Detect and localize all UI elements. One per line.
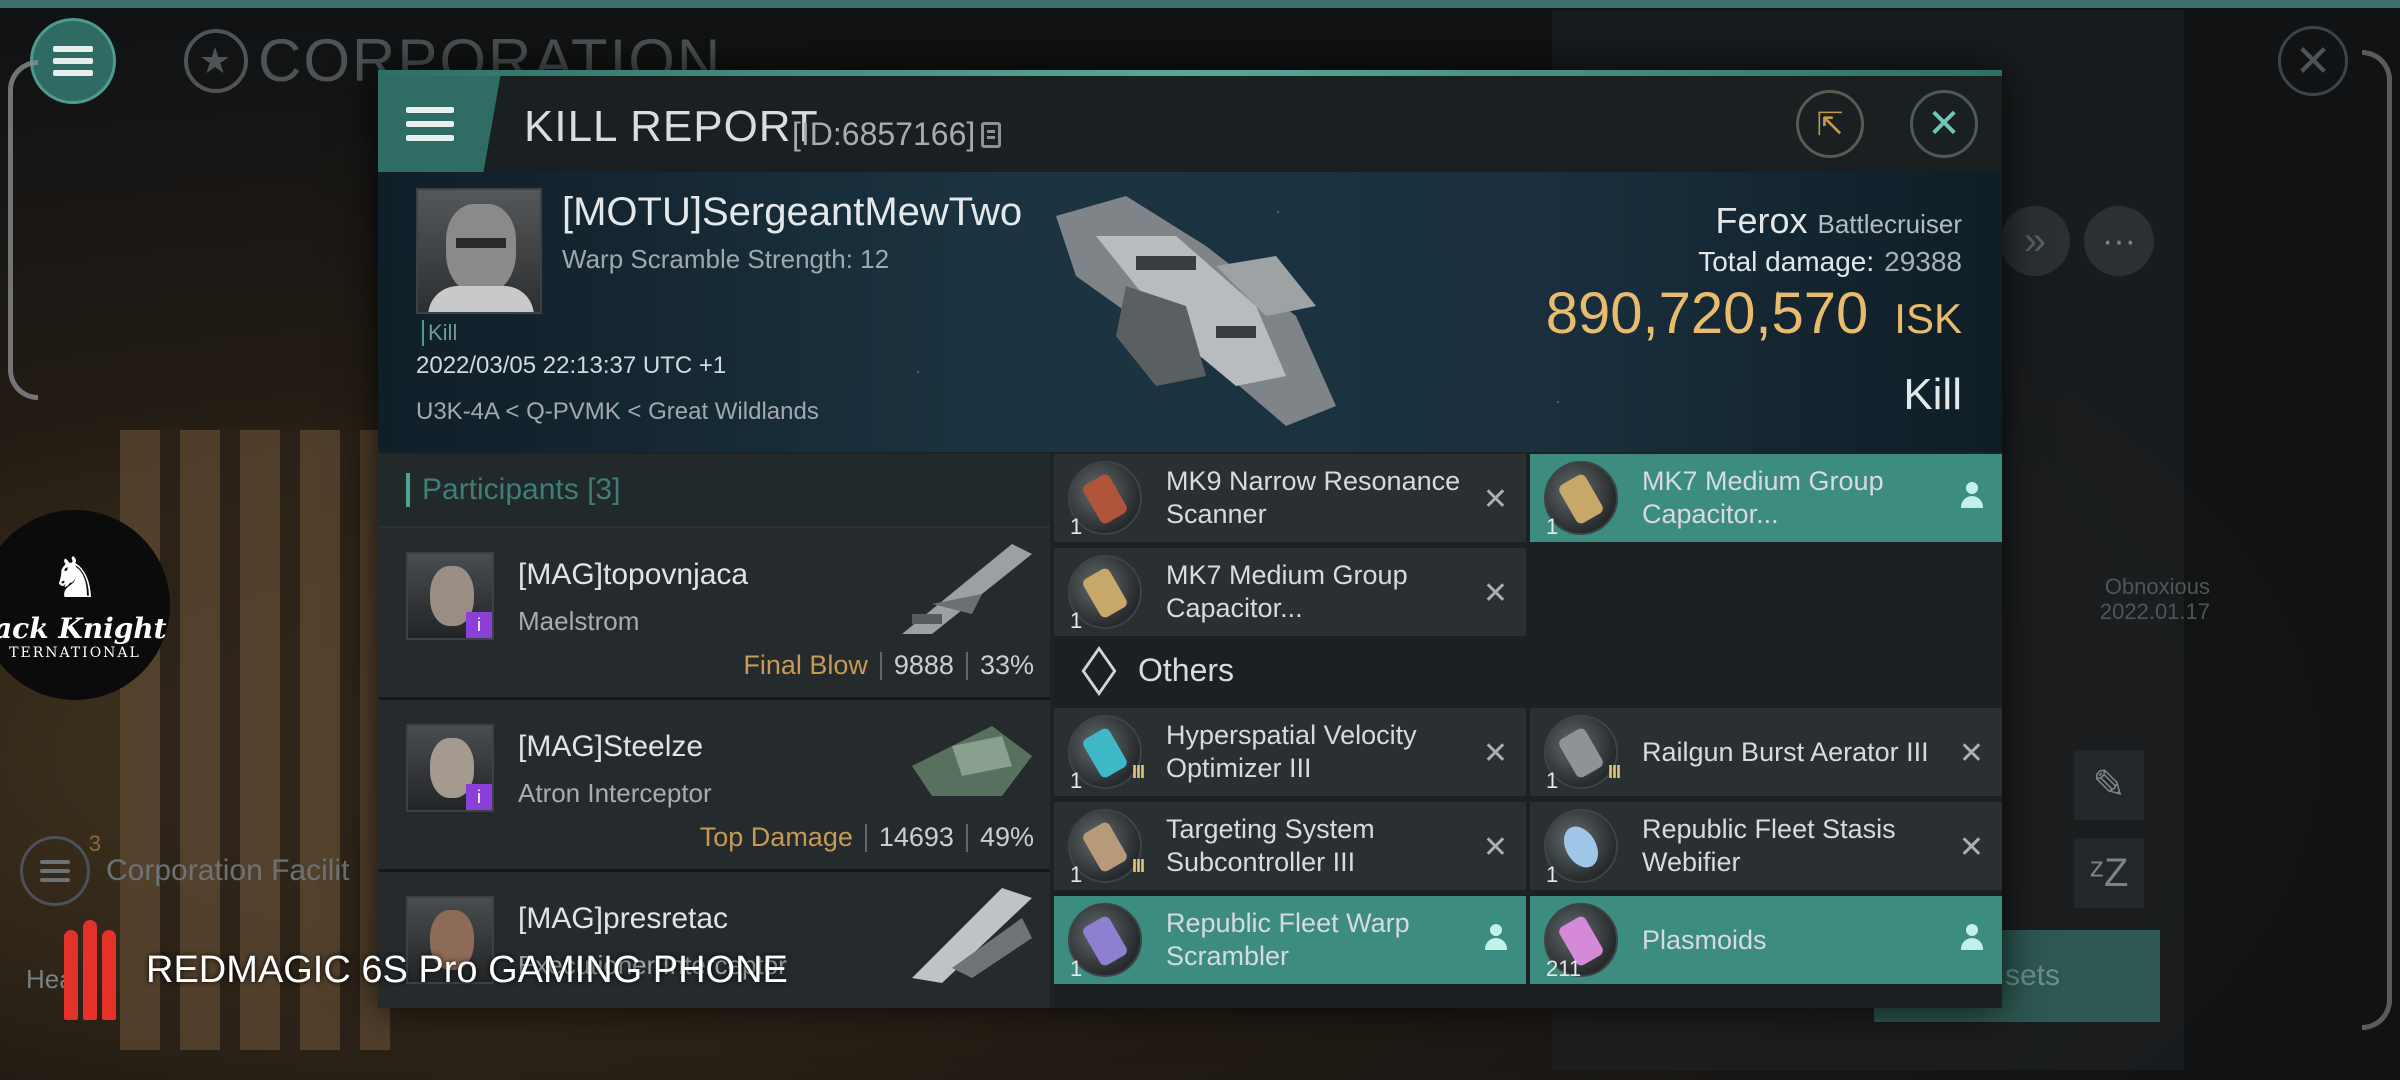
item-slot[interactable]: 1 Republic Fleet Warp Scrambler [1054,896,1526,984]
warp-scramble-strength: Warp Scramble Strength: 12 [562,244,890,274]
item-slot[interactable]: 1 MK7 Medium Group Capacitor... [1530,454,2002,542]
participant-avatar: i [406,552,494,640]
participant-ship-icon [912,726,1032,796]
item-slot[interactable]: III 1 Targeting System Subcontroller III… [1054,802,1526,890]
victim-portrait[interactable] [416,188,542,314]
redmagic-logo-icon [64,920,130,1020]
kill-report-panel: KILL REPORT [ID:6857166] ⇱ ✕ [MOTU]Serge… [378,70,2002,1008]
destroyed-icon: ✕ [1482,831,1508,864]
close-button[interactable]: ✕ [1910,90,1978,158]
copy-icon[interactable] [981,121,1002,148]
participant-row[interactable]: i [MAG]Steelze Atron Interceptor Top Dam… [378,700,1050,872]
hamburger-icon [53,46,93,76]
background-close-button[interactable]: ✕ [2278,26,2348,96]
sleep-icon[interactable]: ᶻZ [2074,838,2144,908]
victim-name[interactable]: [MOTU]SergeantMewTwo [562,190,1022,235]
items-grid: 1 MK9 Narrow Resonance Scanner ✕ 1 MK7 M… [1054,454,2002,1008]
share-icon: ⇱ [1816,106,1844,142]
star-icon: ★ [184,28,248,93]
item-slot[interactable]: III 1 Hyperspatial Velocity Optimizer II… [1054,708,1526,796]
close-icon: ✕ [1927,102,1961,146]
total-damage: Total damage: 29388 [1698,246,1962,277]
item-slot[interactable]: 1 MK9 Narrow Resonance Scanner ✕ [1054,454,1526,542]
victim-ship-render [1056,196,1336,426]
dropped-person-icon [1960,482,1984,512]
role-badge-icon: i [466,784,492,810]
role-badge-icon: i [466,612,492,638]
edit-icon[interactable]: ✎ [2074,750,2144,820]
dropped-person-icon [1960,924,1984,954]
right-frame-bracket [2362,50,2392,1030]
kill-datetime: 2022/03/05 22:13:37 UTC +1 [416,352,727,379]
destroyed-icon: ✕ [1482,483,1508,516]
item-slot[interactable]: 211 Plasmoids [1530,896,2002,984]
more-options-button[interactable]: ··· [2084,206,2154,276]
participants-header: Participants [3] [378,454,1050,528]
participant-stats: Top Damage 14693 49% [699,822,1034,852]
facility-icon: 3 [20,831,101,906]
device-watermark: REDMAGIC 6S Pro GAMING PHONE [64,920,788,1020]
isk-value: 890,720,570 ISK [1545,281,1962,346]
panel-header: KILL REPORT [ID:6857166] ⇱ ✕ [378,76,2002,172]
participant-name: [MAG]Steelze [518,730,704,763]
victim-ship: Ferox Battlecruiser [1715,200,1962,241]
destroyed-icon: ✕ [1958,831,1984,864]
forward-arrow-button[interactable]: » [2000,206,2070,276]
kill-location: U3K-4A < Q-PVMK < Great Wildlands [416,398,819,425]
panel-menu-button[interactable] [378,76,518,172]
left-frame-bracket [8,60,38,400]
hamburger-icon [406,107,454,141]
participant-ship: Atron Interceptor [518,778,712,808]
kill-tag: Kill [422,320,457,346]
item-slot[interactable]: 1 MK7 Medium Group Capacitor... ✕ [1054,548,1526,636]
top-accent-line [0,0,2400,8]
item-slot[interactable]: 1 Republic Fleet Stasis Webifier ✕ [1530,802,2002,890]
dropped-person-icon [1484,924,1508,954]
others-section-header: Others [1054,640,2002,700]
knight-helmet-icon: ♞ [49,545,101,609]
main-menu-button[interactable] [30,18,116,104]
corporation-facility-item[interactable]: 3 Corporation Facilit [20,831,349,906]
cube-icon [1078,652,1114,688]
kill-id[interactable]: [ID:6857166] [792,116,1002,153]
destroyed-icon: ✕ [1482,577,1508,610]
participant-ship: Maelstrom [518,606,640,636]
participant-ship-icon [902,544,1032,634]
background-entry: Obnoxious 2022.01.17 [2099,574,2210,625]
participant-ship-icon [912,888,1032,983]
destroyed-icon: ✕ [1482,737,1508,770]
share-button[interactable]: ⇱ [1796,90,1864,158]
kill-result: Kill [1903,370,1962,419]
participant-name: [MAG]topovnjaca [518,558,749,591]
item-slot[interactable]: III 1 Railgun Burst Aerator III ✕ [1530,708,2002,796]
participant-stats: Final Blow 9888 33% [743,650,1034,680]
participant-avatar: i [406,724,494,812]
participant-row[interactable]: i [MAG]topovnjaca Maelstrom Final Blow 9… [378,528,1050,700]
victim-banner: [MOTU]SergeantMewTwo Warp Scramble Stren… [378,172,2002,452]
destroyed-icon: ✕ [1958,737,1984,770]
panel-title: KILL REPORT [524,102,819,151]
